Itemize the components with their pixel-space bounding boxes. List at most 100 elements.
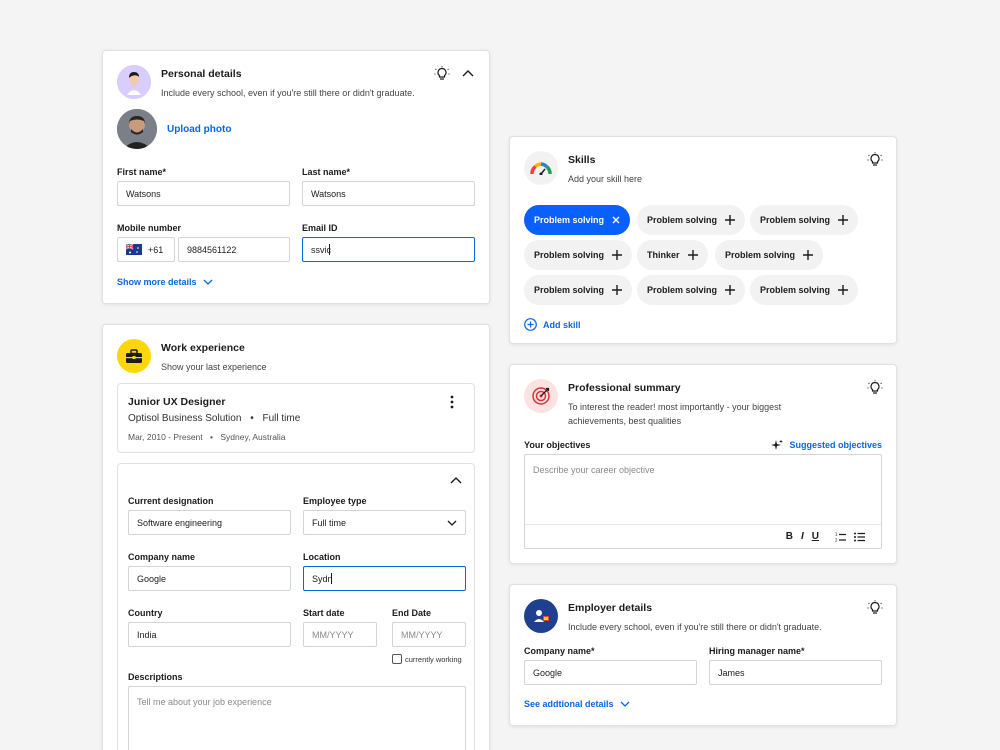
see-additional-details-link[interactable]: See addtional details	[524, 699, 630, 709]
italic-icon[interactable]: I	[801, 531, 804, 542]
more-vertical-icon[interactable]	[442, 392, 462, 412]
editor-toolbar: B I U 12	[525, 524, 881, 548]
email-label: Email ID	[302, 223, 338, 233]
personal-avatar-illustration	[117, 65, 151, 99]
company-input[interactable]: Google	[128, 566, 291, 591]
profile-photo[interactable]	[117, 109, 157, 149]
skill-chip-label: Problem solving	[725, 250, 796, 260]
skills-card: Skills Add your skill here Problem solvi…	[509, 136, 897, 344]
skill-chip[interactable]: Problem solving	[750, 275, 859, 305]
end-date-label: End Date	[392, 608, 432, 618]
descriptions-placeholder: Tell me about your job experience	[137, 697, 272, 707]
chevron-up-icon[interactable]	[460, 65, 476, 81]
personal-subtitle: Include every school, even if you're sti…	[161, 88, 415, 98]
skill-chip[interactable]: Thinker	[637, 240, 708, 270]
lightbulb-icon[interactable]	[866, 379, 884, 397]
plus-icon[interactable]	[612, 285, 623, 295]
chevron-down-icon	[203, 279, 212, 285]
skill-chip-label: Problem solving	[647, 215, 718, 225]
designation-input[interactable]: Software engineering	[128, 510, 291, 535]
job-type: Full time	[262, 413, 301, 424]
work-subtitle: Show your last experience	[161, 362, 267, 372]
country-code: +61	[148, 244, 164, 255]
add-skill-button[interactable]: Add skill	[524, 318, 581, 331]
skill-chip[interactable]: Problem solving	[637, 275, 746, 305]
lightbulb-icon[interactable]	[866, 599, 884, 617]
country-code-select[interactable]: +61	[117, 237, 175, 262]
employer-title: Employer details	[568, 602, 653, 614]
country-label: Country	[128, 608, 163, 618]
show-more-details-link[interactable]: Show more details	[117, 277, 213, 287]
bold-icon[interactable]: B	[786, 531, 793, 542]
email-input[interactable]: ssvic	[302, 237, 475, 262]
skill-chip-label: Problem solving	[647, 285, 718, 295]
person-illustration-icon	[117, 65, 151, 99]
plus-icon[interactable]	[725, 285, 736, 295]
plus-icon[interactable]	[612, 250, 623, 260]
show-more-label: Show more details	[117, 277, 197, 287]
skill-chip-label: Problem solving	[534, 285, 605, 295]
personal-title: Personal details	[161, 68, 242, 80]
close-icon[interactable]	[612, 216, 620, 224]
skill-chip[interactable]: Problem solving	[715, 240, 824, 270]
skills-subtitle: Add your skill here	[568, 174, 643, 184]
hiring-manager-input[interactable]: James	[709, 660, 882, 685]
plus-icon[interactable]	[838, 285, 849, 295]
chevron-down-icon	[447, 520, 457, 526]
plus-icon[interactable]	[838, 215, 849, 225]
skill-chip-label: Problem solving	[534, 250, 605, 260]
plus-icon[interactable]	[725, 215, 736, 225]
objectives-label: Your objectives	[524, 440, 591, 450]
ordered-list-icon[interactable]: 12	[835, 532, 846, 542]
employer-company-label: Company name*	[524, 646, 595, 656]
bullet-list-icon[interactable]	[854, 532, 865, 542]
first-name-input[interactable]: Watsons	[117, 181, 290, 206]
location-input[interactable]: Sydn	[303, 566, 466, 591]
professional-summary-card: Professional summary To interest the rea…	[509, 364, 897, 564]
upload-photo-link[interactable]: Upload photo	[167, 124, 231, 135]
skill-chip[interactable]: Problem solving	[637, 205, 746, 235]
chevron-up-icon[interactable]	[448, 472, 464, 488]
currently-working-row[interactable]: currently working	[392, 654, 462, 664]
add-skill-label: Add skill	[543, 319, 581, 330]
employee-type-label: Employee type	[303, 496, 367, 506]
hiring-manager-label: Hiring manager name*	[709, 646, 805, 656]
descriptions-textarea[interactable]: Tell me about your job experience	[128, 686, 466, 750]
start-date-label: Start date	[303, 608, 345, 618]
email-value: ssvic	[311, 244, 331, 255]
plus-icon[interactable]	[687, 250, 698, 260]
employer-subtitle: Include every school, even if you're sti…	[568, 622, 822, 632]
mobile-input[interactable]: 9884561122	[178, 237, 290, 262]
suggested-objectives-link[interactable]: Suggested objectives	[771, 439, 882, 451]
lightbulb-icon[interactable]	[433, 65, 451, 83]
underline-icon[interactable]: U	[812, 531, 819, 542]
job-summary-card[interactable]: Junior UX Designer Optisol Business Solu…	[117, 383, 475, 453]
mobile-label: Mobile number	[117, 223, 182, 233]
skill-chip[interactable]: Problem solving	[524, 275, 633, 305]
job-dates: Mar, 2010 - Present	[128, 432, 203, 442]
skill-chip[interactable]: Problem solving	[524, 205, 631, 235]
lightbulb-icon[interactable]	[866, 151, 884, 169]
country-input[interactable]: India	[128, 622, 291, 647]
last-name-input[interactable]: Watsons	[302, 181, 475, 206]
plus-icon[interactable]	[803, 250, 814, 260]
see-additional-label: See addtional details	[524, 699, 614, 709]
skill-chip[interactable]: Problem solving	[524, 240, 633, 270]
australia-flag-icon	[126, 244, 142, 255]
skill-chip-label: Thinker	[647, 250, 680, 260]
summary-badge	[524, 379, 558, 413]
employee-type-value: Full time	[312, 517, 347, 528]
job-location: Sydney, Australia	[220, 432, 286, 442]
skill-chip-label: Problem solving	[760, 215, 831, 225]
skill-chip[interactable]: Problem solving	[750, 205, 859, 235]
objective-textarea[interactable]: Describe your career objective B I U 12	[524, 454, 882, 549]
currently-working-checkbox[interactable]	[392, 654, 402, 664]
suggested-objectives-label: Suggested objectives	[789, 440, 882, 450]
employer-company-input[interactable]: Google	[524, 660, 697, 685]
employee-type-select[interactable]: Full time	[303, 510, 466, 535]
text-cursor	[330, 573, 332, 584]
gauge-icon	[530, 162, 552, 175]
end-date-input[interactable]: MM/YYYY	[392, 622, 466, 647]
first-name-label: First name*	[117, 167, 167, 177]
start-date-input[interactable]: MM/YYYY	[303, 622, 377, 647]
